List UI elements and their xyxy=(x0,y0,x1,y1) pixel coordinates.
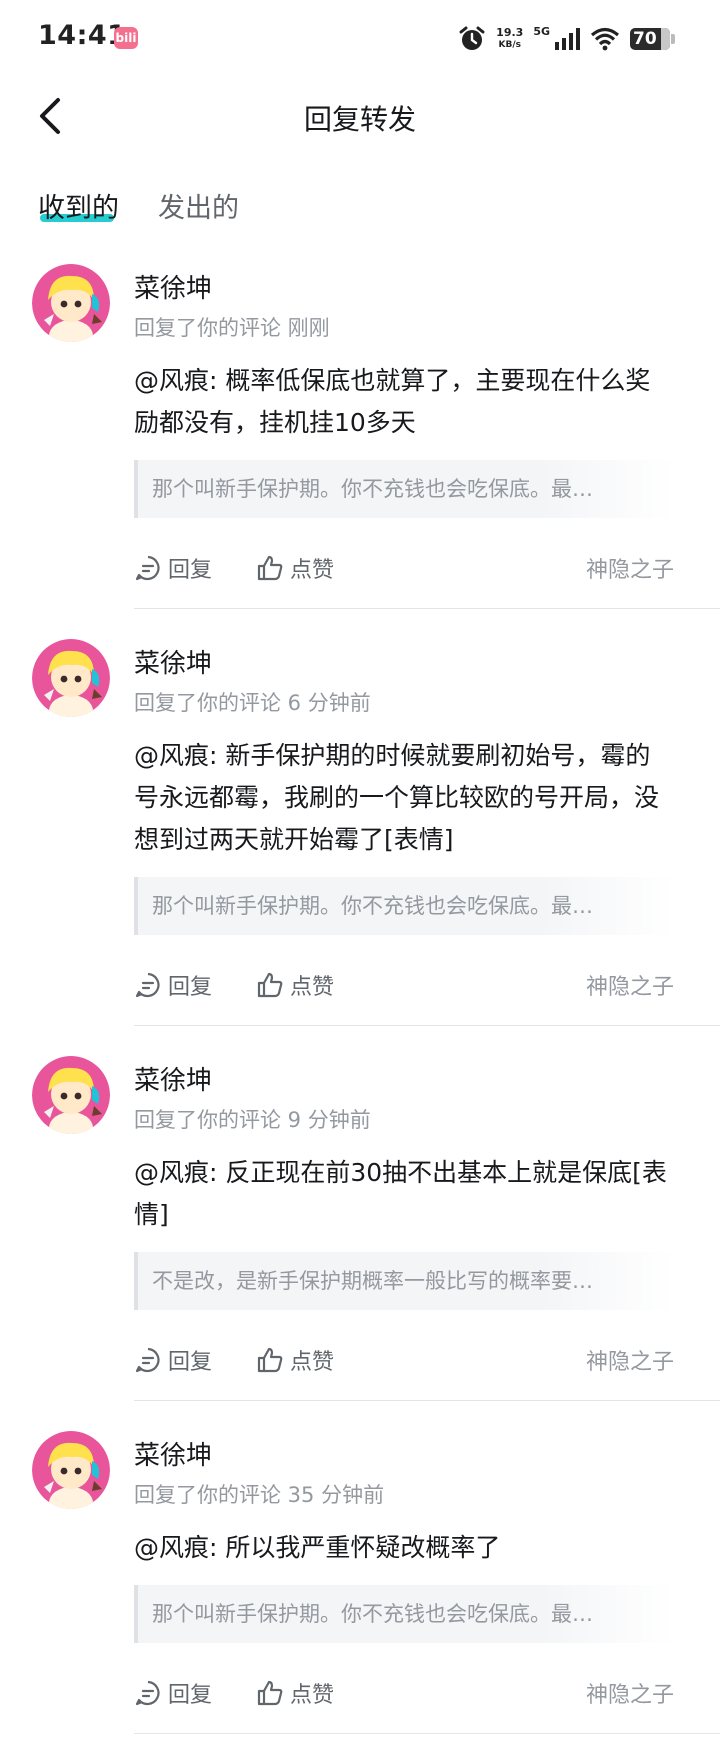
net-speed: 19.3 KB/s xyxy=(496,26,524,51)
avatar[interactable] xyxy=(32,1056,110,1134)
action-row: 回复 点赞 神隐之子 xyxy=(134,528,674,600)
tab-sent[interactable]: 发出的 xyxy=(158,186,239,225)
alarm-icon xyxy=(459,26,485,50)
reply-meta: 回复了你的评论 6 分钟前 xyxy=(134,691,371,715)
avatar[interactable] xyxy=(32,639,110,717)
wifi-icon xyxy=(590,27,620,51)
battery-icon: 70 xyxy=(630,28,675,50)
action-row: 回复 点赞 神隐之子 xyxy=(134,1653,674,1725)
comment-icon xyxy=(135,1347,160,1373)
tab-received[interactable]: 收到的 xyxy=(38,186,119,225)
list-item[interactable]: 菜徐坤 回复了你的评论 9 分钟前 @风痕: 反正现在前30抽不出基本上就是保底… xyxy=(0,1054,720,1429)
video-source-link[interactable]: 神隐之子 xyxy=(586,969,674,1001)
reply-meta: 回复了你的评论 9 分钟前 xyxy=(134,1108,371,1132)
video-source-link[interactable]: 神隐之子 xyxy=(586,552,674,584)
avatar[interactable] xyxy=(32,264,110,342)
top-bar: 回复转发 xyxy=(0,80,720,156)
reply-text[interactable]: @风痕: 新手保护期的时候就要刷初始号，霉的号永远都霉，我刷的一个算比较欧的号开… xyxy=(134,735,674,861)
comment-icon xyxy=(135,555,160,581)
user-name[interactable]: 菜徐坤 xyxy=(134,1429,674,1471)
action-row: 回复 点赞 神隐之子 xyxy=(134,945,674,1017)
quoted-comment[interactable]: 那个叫新手保护期。你不充钱也会吃保底。最… xyxy=(134,1585,674,1643)
reply-text[interactable]: @风痕: 所以我严重怀疑改概率了 xyxy=(134,1527,674,1569)
reply-button[interactable]: 回复 xyxy=(134,552,212,584)
reply-meta: 回复了你的评论 刚刚 xyxy=(134,316,330,340)
reply-list: 菜徐坤 回复了你的评论 刚刚 @风痕: 概率低保底也就算了，主要现在什么奖励都没… xyxy=(0,262,720,1762)
thumbs-up-icon xyxy=(257,972,283,998)
like-button[interactable]: 点赞 xyxy=(256,969,334,1001)
quoted-comment[interactable]: 不是改，是新手保护期概率一般比写的概率要… xyxy=(134,1252,674,1310)
reply-text[interactable]: @风痕: 反正现在前30抽不出基本上就是保底[表情] xyxy=(134,1152,674,1236)
reply-button[interactable]: 回复 xyxy=(134,969,212,1001)
list-item[interactable]: 菜徐坤 回复了你的评论 刚刚 @风痕: 概率低保底也就算了，主要现在什么奖励都没… xyxy=(0,262,720,637)
comment-icon xyxy=(135,972,160,998)
reply-meta: 回复了你的评论 35 分钟前 xyxy=(134,1483,385,1507)
reply-text[interactable]: @风痕: 概率低保底也就算了，主要现在什么奖励都没有，挂机挂10多天 xyxy=(134,360,674,444)
thumbs-up-icon xyxy=(257,555,283,581)
status-bar: 14:41 bili 19.3 KB/s 5G 70 xyxy=(0,0,720,76)
reply-button[interactable]: 回复 xyxy=(134,1344,212,1376)
user-name[interactable]: 菜徐坤 xyxy=(134,262,674,304)
video-source-link[interactable]: 神隐之子 xyxy=(586,1677,674,1709)
status-icons: 19.3 KB/s 5G 70 xyxy=(458,24,675,54)
like-button[interactable]: 点赞 xyxy=(256,1677,334,1709)
quoted-comment[interactable]: 那个叫新手保护期。你不充钱也会吃保底。最… xyxy=(134,877,674,935)
comment-icon xyxy=(135,1680,160,1706)
reply-button[interactable]: 回复 xyxy=(134,1677,212,1709)
quoted-comment[interactable]: 那个叫新手保护期。你不充钱也会吃保底。最… xyxy=(134,460,674,518)
network-type: 5G xyxy=(533,24,550,38)
action-row: 回复 点赞 神隐之子 xyxy=(134,1320,674,1392)
like-button[interactable]: 点赞 xyxy=(256,1344,334,1376)
user-name[interactable]: 菜徐坤 xyxy=(134,637,674,679)
user-name[interactable]: 菜徐坤 xyxy=(134,1054,674,1096)
bilibili-app-icon: bili xyxy=(114,27,138,49)
thumbs-up-icon xyxy=(257,1680,283,1706)
signal-icon xyxy=(555,28,580,50)
avatar[interactable] xyxy=(32,1431,110,1509)
tab-bar: 收到的 发出的 xyxy=(0,180,720,230)
thumbs-up-icon xyxy=(257,1347,283,1373)
page-title: 回复转发 xyxy=(303,103,416,136)
video-source-link[interactable]: 神隐之子 xyxy=(586,1344,674,1376)
like-button[interactable]: 点赞 xyxy=(256,552,334,584)
list-item[interactable]: 菜徐坤 回复了你的评论 35 分钟前 @风痕: 所以我严重怀疑改概率了 那个叫新… xyxy=(0,1429,720,1762)
list-item[interactable]: 菜徐坤 回复了你的评论 6 分钟前 @风痕: 新手保护期的时候就要刷初始号，霉的… xyxy=(0,637,720,1054)
